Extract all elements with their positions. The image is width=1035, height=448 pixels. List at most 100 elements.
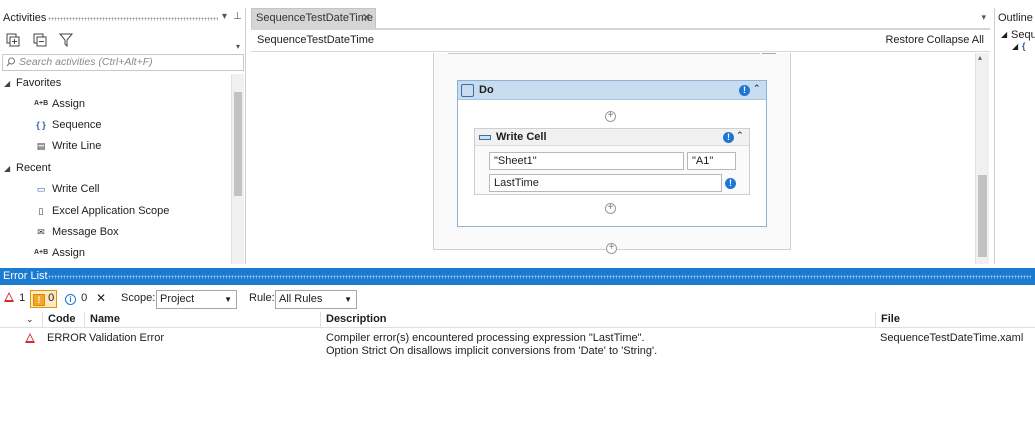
assign-icon: A+B (34, 100, 49, 108)
expanded-arrow-icon: ◢ (1012, 42, 1019, 51)
outline-tree-item[interactable]: Seque (1011, 29, 1035, 41)
outline-panel-title: Outline (998, 12, 1033, 24)
write-line-icon: ▤ (36, 141, 46, 152)
collapse-all-icon[interactable] (33, 33, 47, 47)
error-description-line2: Option Strict On disallows implicit conv… (326, 345, 658, 357)
validation-error-icon[interactable]: ! (739, 85, 750, 96)
scope-select[interactable]: Project ▼ (156, 290, 237, 309)
error-icon (4, 292, 14, 302)
message-box-icon: ✉ (37, 227, 45, 238)
error-count: 1 (19, 292, 26, 304)
validation-error-icon[interactable]: ! (725, 178, 736, 189)
tree-item-write-cell[interactable]: ▭ Write Cell (34, 179, 100, 199)
close-icon[interactable]: ✕ (362, 9, 371, 28)
warning-count: 0 (48, 292, 55, 304)
scrollbar-thumb[interactable] (234, 92, 242, 196)
sequence-icon (461, 84, 474, 97)
write-cell-activity[interactable]: Write Cell ! ⌃ "Sheet1" "A1" LastTime ! (474, 128, 750, 195)
add-activity-plus-icon[interactable]: + (606, 243, 617, 254)
tree-item-label: Write Line (52, 140, 102, 152)
previous-activity-field[interactable] (448, 53, 760, 54)
filter-icon[interactable] (59, 33, 73, 47)
panel-grip[interactable] (48, 17, 218, 21)
tree-item-assign-recent[interactable]: A+B Assign (34, 243, 85, 263)
search-options-icon[interactable]: ▾ (236, 42, 240, 51)
sheet-name-field[interactable]: "Sheet1" (489, 152, 684, 170)
error-grid-header: ⌄ Code Name Description File (0, 312, 1035, 328)
do-title: Do (479, 84, 494, 96)
document-tab[interactable]: SequenceTestDateTime ✕ (251, 8, 376, 28)
breadcrumb[interactable]: SequenceTestDateTime (257, 34, 374, 46)
tree-item-write-line[interactable]: ▤ Write Line (34, 136, 102, 156)
do-header[interactable]: Do ! ⌃ (458, 81, 766, 100)
message-count: 0 (81, 292, 88, 304)
write-cell-title: Write Cell (496, 131, 547, 143)
write-cell-icon: ▭ (36, 184, 46, 195)
column-header-file[interactable]: File (875, 312, 1035, 328)
error-icon (25, 333, 35, 346)
add-activity-plus-icon[interactable]: + (605, 203, 616, 214)
scroll-up-icon[interactable]: ▴ (978, 53, 982, 62)
activities-panel-title: Activities (3, 12, 47, 24)
designer-canvas[interactable]: + Do ! ⌃ + Write Cell ! ⌃ "Sheet1" "A1" … (251, 53, 975, 264)
pin-icon[interactable]: ⊥ (233, 11, 242, 22)
tree-group-label: Recent (16, 162, 51, 174)
scope-select-value: Project (160, 293, 195, 305)
write-cell-icon (479, 135, 491, 140)
error-code: ERROR (47, 332, 87, 344)
collapse-all-button[interactable]: Collapse All (927, 34, 984, 46)
tree-item-sequence[interactable]: { } Sequence (34, 115, 102, 135)
add-activity-plus-icon[interactable]: + (605, 111, 616, 122)
tree-item-label: Message Box (52, 226, 119, 238)
scrollbar-thumb[interactable] (978, 175, 987, 257)
tree-item-message-box[interactable]: ✉ Message Box (34, 222, 119, 242)
sort-chevron-icon[interactable]: ⌄ (26, 314, 34, 325)
search-icon (6, 57, 15, 67)
canvas-scrollbar[interactable]: ▴ (975, 53, 989, 264)
activities-scrollbar[interactable] (231, 74, 244, 264)
tree-group-label: Favorites (16, 77, 62, 89)
tree-group-favorites[interactable]: ◢ Favorites (4, 73, 61, 93)
rule-select[interactable]: All Rules ▼ (275, 290, 357, 309)
chevron-down-icon: ▼ (344, 295, 352, 304)
collapse-chevron-icon[interactable]: ⌃ (736, 130, 744, 141)
errors-filter-button[interactable]: 1 (4, 292, 25, 304)
restore-button[interactable]: Restore (885, 34, 924, 46)
warnings-filter-button[interactable]: ! 0 (30, 290, 58, 308)
tree-item-excel-application-scope[interactable]: ▯ Excel Application Scope (34, 201, 170, 221)
error-description-line1: Compiler error(s) encountered processing… (326, 332, 645, 344)
error-list-toolbar: 1 ! 0 i 0 ✕ Scope: Project ▼ Rule: All R… (0, 288, 1035, 310)
dropdown-icon[interactable]: ▾ (222, 11, 227, 22)
table-row[interactable]: ERROR Validation Error Compiler error(s)… (0, 330, 1035, 360)
panel-grip[interactable] (48, 275, 1031, 279)
tab-dropdown-icon[interactable]: ▾ (981, 12, 986, 23)
error-list-title-bar: Error List (0, 268, 1035, 285)
search-placeholder: Search activities (Ctrl+Alt+F) (19, 56, 153, 68)
outline-panel: Outline ◢ Seque ◢ { (994, 8, 1035, 264)
tree-item-assign[interactable]: A+B Assign (34, 94, 85, 114)
expand-all-icon[interactable] (6, 33, 20, 47)
collapse-chevron-icon[interactable]: ⌃ (753, 83, 761, 94)
column-header-code[interactable]: Code (42, 312, 82, 328)
ellipsis-button[interactable] (762, 53, 776, 54)
cell-range-field[interactable]: "A1" (687, 152, 736, 170)
column-header-name[interactable]: Name (84, 312, 320, 328)
do-sequence-activity[interactable]: Do ! ⌃ + Write Cell ! ⌃ "Sheet1" "A1" La… (457, 80, 767, 227)
assign-icon: A+B (34, 249, 49, 257)
tree-item-label: Assign (52, 98, 86, 110)
activities-search-input[interactable]: Search activities (Ctrl+Alt+F) (2, 54, 244, 71)
messages-filter-button[interactable]: i 0 (65, 292, 87, 305)
clear-icon[interactable]: ✕ (96, 291, 106, 305)
activities-panel: Activities ▾ ⊥ ▾ Search activities (Ctrl… (0, 8, 246, 264)
expanded-arrow-icon: ◢ (4, 164, 11, 173)
write-cell-header[interactable]: Write Cell ! ⌃ (475, 129, 749, 146)
excel-scope-icon: ▯ (38, 206, 44, 217)
tree-item-label: Sequence (52, 119, 102, 131)
warning-icon: ! (33, 294, 45, 306)
column-header-description[interactable]: Description (320, 312, 875, 328)
document-tab-label: SequenceTestDateTime (256, 12, 373, 24)
value-field[interactable]: LastTime (489, 174, 722, 192)
tree-group-recent[interactable]: ◢ Recent (4, 158, 51, 178)
validation-error-icon[interactable]: ! (723, 132, 734, 143)
sequence-icon: { } (36, 120, 46, 131)
